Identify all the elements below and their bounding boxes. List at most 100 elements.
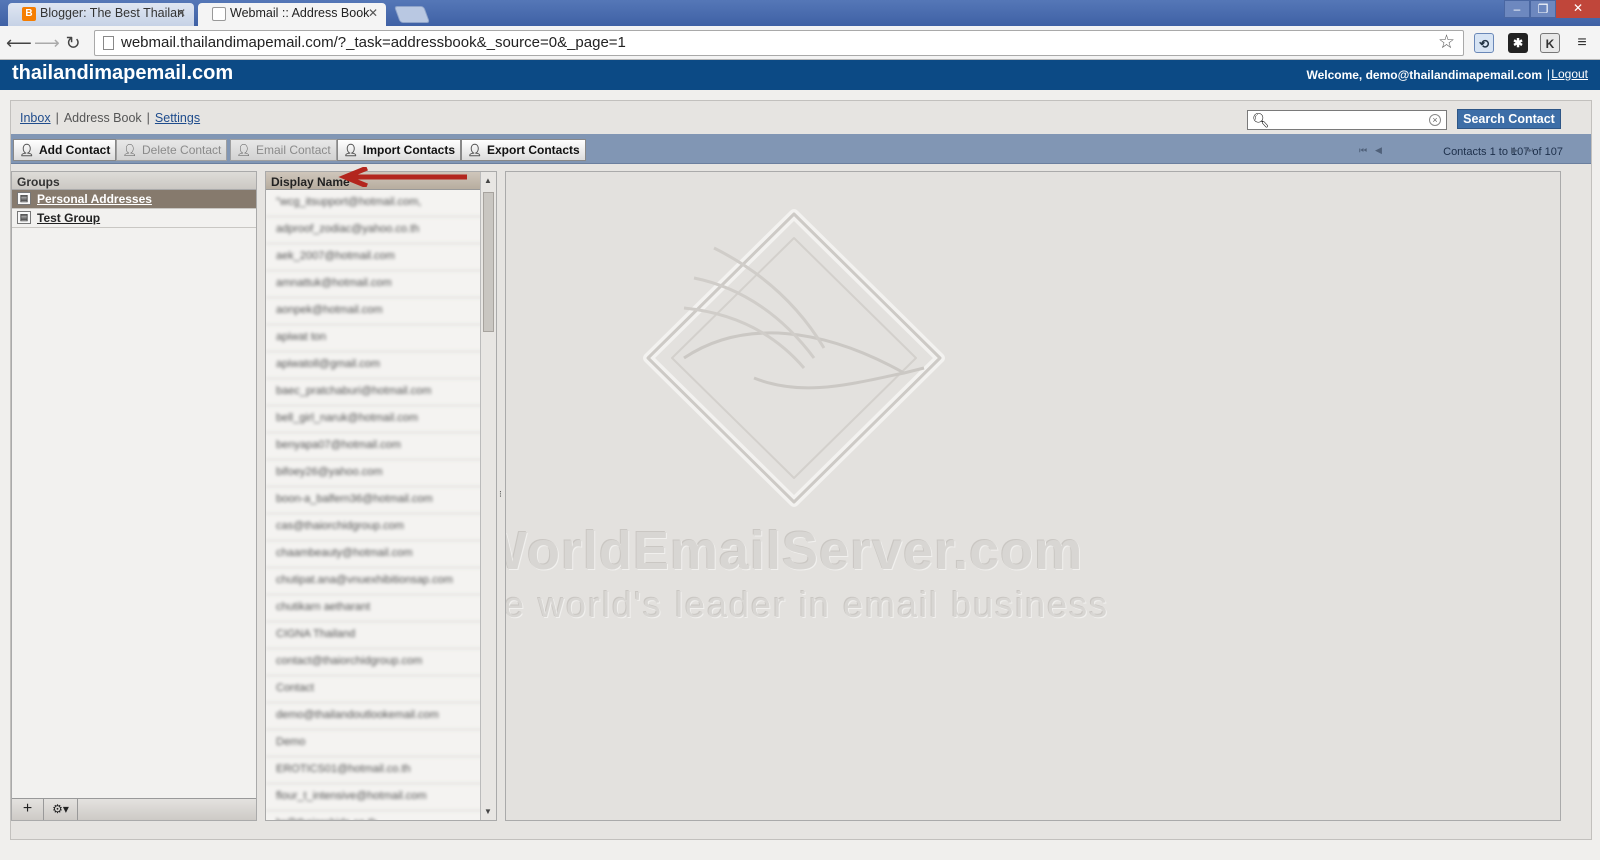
import-contacts-button[interactable]: 👤︎ Import Contacts	[337, 139, 462, 161]
contact-row[interactable]: aek_2007@hotmail.com	[266, 244, 486, 271]
contact-row[interactable]: benyapa07@hotmail.com	[266, 433, 486, 460]
add-contact-icon: 👤︎	[19, 143, 35, 157]
contact-list-panel: Display Name "wcg_itsupport@hotmail.com,…	[265, 171, 497, 821]
new-tab-button[interactable]	[393, 6, 431, 23]
contact-row[interactable]: cas@thaiorchidgroup.com	[266, 514, 486, 541]
top-navigation: Inbox | Address Book | Settings	[20, 111, 200, 125]
contact-row[interactable]: chutipat.ana@vnuexhibitionsap.com	[266, 568, 486, 595]
last-page-icon[interactable]: ⏭︎	[1525, 145, 1533, 156]
scroll-up-icon[interactable]: ▲	[484, 176, 492, 185]
import-contacts-label: Import Contacts	[363, 143, 456, 157]
contact-row[interactable]: CIGNA Thailand	[266, 622, 486, 649]
reload-icon[interactable]: ↻	[62, 32, 84, 54]
maximize-button[interactable]: ❐	[1530, 0, 1556, 18]
email-contact-label: Email Contact	[256, 143, 331, 157]
delete-contact-button[interactable]: 👤︎ Delete Contact	[116, 139, 228, 161]
minimize-button[interactable]: –	[1504, 0, 1530, 18]
contact-row[interactable]: chaambeauty@hotmail.com	[266, 541, 486, 568]
extension-icon[interactable]: ⟲	[1474, 33, 1494, 53]
addressbook-frame: Inbox | Address Book | Settings 🔍︎ × Search …	[10, 100, 1592, 840]
export-contacts-label: Export Contacts	[487, 143, 580, 157]
brand-logo: thailandimapemail.com	[12, 62, 234, 84]
groups-header: Groups	[12, 172, 256, 190]
delete-contact-icon: 👤︎	[122, 143, 138, 157]
browser-tab-webmail[interactable]: Webmail :: Address Book ✕	[198, 3, 386, 26]
contact-row[interactable]: apiwat ton	[266, 325, 486, 352]
contact-row[interactable]: chutikarn aetharant	[266, 595, 486, 622]
email-contact-button[interactable]: 👤︎ Email Contact	[230, 139, 337, 161]
contacts-count: Contacts 1 to 107 of 107	[1443, 146, 1563, 158]
menu-icon[interactable]: ≡	[1572, 33, 1592, 53]
contact-list: "wcg_itsupport@hotmail.com, adproof_zodia…	[266, 190, 496, 820]
groups-footer: + ⚙▾	[12, 798, 256, 820]
watermark-title: WorldEmailServer.com	[505, 521, 1084, 581]
contact-row[interactable]: flour_t_intensive@hotmail.com	[266, 784, 486, 811]
action-toolbar: 👤︎ Add Contact 👤︎ Delete Contact 👤︎ Email C…	[11, 134, 1591, 164]
forward-arrow-icon[interactable]: ⟶	[34, 32, 60, 54]
contact-detail-panel: WorldEmailServer.com The world's leader …	[505, 171, 1561, 821]
contact-row[interactable]: boon-a_balfern36@hotmail.com	[266, 487, 486, 514]
contact-row[interactable]: demo@thailandoutlookemail.com	[266, 703, 486, 730]
settings-link[interactable]: Settings	[155, 111, 200, 125]
page-icon	[103, 36, 114, 50]
tab-title: Webmail :: Address Book	[230, 6, 370, 20]
add-group-button[interactable]: +	[12, 799, 44, 820]
export-contacts-button[interactable]: 👤︎ Export Contacts	[461, 139, 586, 161]
nav-separator: |	[146, 111, 150, 125]
contact-search-input[interactable]: 🔍︎ ×	[1247, 110, 1447, 130]
contact-row[interactable]: baec_pratchaburi@hotmail.com	[266, 379, 486, 406]
address-bar[interactable]: webmail.thailandimapemail.com/?_task=add…	[94, 30, 1464, 56]
group-label: Test Group	[37, 211, 101, 225]
search-contact-button[interactable]: Search Contact	[1457, 109, 1561, 129]
contact-row[interactable]: bell_girl_naruk@hotmail.com	[266, 406, 486, 433]
contact-row[interactable]: EROTICS01@hotmail.co.th	[266, 757, 486, 784]
contact-row[interactable]: hr@thaiorchids.co.th	[266, 811, 486, 820]
contact-row[interactable]: Demo	[266, 730, 486, 757]
email-contact-icon: 👤︎	[236, 143, 252, 157]
extension-icon[interactable]: K	[1540, 33, 1560, 53]
browser-tab-blogger[interactable]: B Blogger: The Best Thailan ✕	[8, 3, 194, 26]
logout-link[interactable]: Logout	[1551, 67, 1588, 81]
previous-page-icon[interactable]: ◀︎	[1375, 145, 1382, 156]
contact-row[interactable]: amnattuk@hotmail.com	[266, 271, 486, 298]
add-contact-label: Add Contact	[39, 143, 111, 157]
panel-splitter[interactable]: ⁝	[499, 489, 502, 500]
group-label: Personal Addresses	[37, 192, 152, 206]
clear-search-icon[interactable]: ×	[1429, 114, 1441, 126]
add-contact-button[interactable]: 👤︎ Add Contact	[13, 139, 117, 161]
group-icon: ▤	[17, 211, 31, 224]
url-text: webmail.thailandimapemail.com/?_task=add…	[121, 34, 626, 51]
welcome-text: Welcome, demo@thailandimapemail.com	[1306, 68, 1542, 82]
browser-toolbar: ⟵ ⟶ ↻ webmail.thailandimapemail.com/?_ta…	[0, 26, 1600, 60]
group-personal-addresses[interactable]: ▤ Personal Addresses	[12, 190, 256, 209]
bookmark-star-icon[interactable]: ☆	[1438, 31, 1455, 54]
contact-row[interactable]: Contact	[266, 676, 486, 703]
close-tab-icon[interactable]: ✕	[368, 6, 378, 20]
contact-row[interactable]: bifoey26@yahoo.com	[266, 460, 486, 487]
app-header: thailandimapemail.com Welcome, demo@thai…	[0, 60, 1600, 90]
scroll-thumb[interactable]	[483, 192, 494, 332]
close-tab-icon[interactable]: ✕	[176, 6, 186, 20]
contact-row[interactable]: aonpek@hotmail.com	[266, 298, 486, 325]
next-page-icon[interactable]: ▶︎	[1511, 145, 1518, 156]
tab-title: Blogger: The Best Thailan	[40, 6, 185, 20]
contact-row[interactable]: adproof_zodiac@yahoo.co.th	[266, 217, 486, 244]
window-close-button[interactable]: ✕	[1556, 0, 1600, 18]
browser-tabstrip: B Blogger: The Best Thailan ✕ Webmail ::…	[0, 0, 1600, 26]
inbox-link[interactable]: Inbox	[20, 111, 51, 125]
first-page-icon[interactable]: ⏮︎	[1359, 145, 1367, 156]
group-settings-button[interactable]: ⚙▾	[44, 799, 78, 820]
contact-row[interactable]: "wcg_itsupport@hotmail.com,	[266, 190, 486, 217]
blogger-icon: B	[22, 7, 36, 21]
group-test-group[interactable]: ▤ Test Group	[12, 209, 256, 228]
search-icon: 🔍︎	[1252, 112, 1270, 128]
annotation-arrow	[338, 167, 467, 187]
back-arrow-icon[interactable]: ⟵	[6, 32, 32, 54]
extension-icon[interactable]: ✱	[1508, 33, 1528, 53]
contact-list-scrollbar[interactable]: ▲ ▼	[480, 172, 496, 820]
groups-panel: Groups ▤ Personal Addresses ▤ Test Group…	[11, 171, 257, 821]
contact-row[interactable]: apiwatoll@gmail.com	[266, 352, 486, 379]
export-contacts-icon: 👤︎	[467, 143, 483, 157]
scroll-down-icon[interactable]: ▼	[484, 807, 492, 816]
contact-row[interactable]: contact@thaiorchidgroup.com	[266, 649, 486, 676]
